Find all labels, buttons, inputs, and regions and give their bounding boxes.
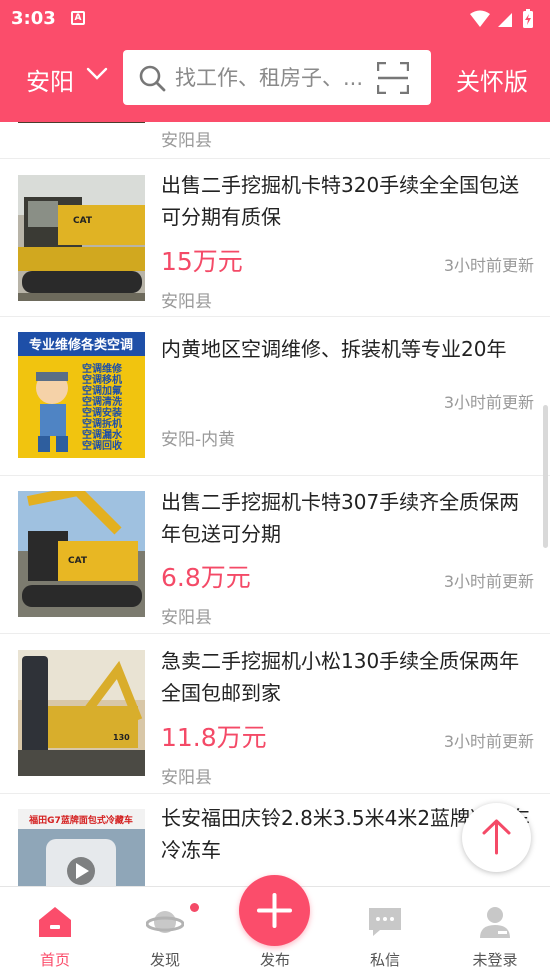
listing-location: 安阳县 bbox=[161, 131, 212, 151]
listing-location: 安阳-内黄 bbox=[161, 430, 236, 450]
listing-title: 出售二手挖掘机卡特320手续全全国包送可分期有质保 bbox=[161, 173, 520, 229]
listing-thumbnail: CAT bbox=[18, 491, 145, 617]
thumbnail-service-item: 空调加氟 bbox=[82, 384, 122, 397]
scan-icon[interactable] bbox=[377, 62, 409, 94]
listing-update-time: 3小时前更新 bbox=[443, 256, 534, 275]
message-icon bbox=[369, 908, 401, 936]
system-status-icons bbox=[470, 9, 533, 28]
tab-home[interactable]: 首页 bbox=[0, 887, 110, 979]
listing-thumbnail: CAT bbox=[18, 175, 145, 301]
listing-price: 15万元 bbox=[161, 247, 243, 276]
thumbnail-service-item: 空调移机 bbox=[82, 373, 122, 386]
thumbnail-service-item: 空调回收 bbox=[82, 439, 122, 452]
list-item[interactable]: CAT 出售二手挖掘机卡特307手续齐全质保两年包送可分期 6.8万元 3小时前… bbox=[0, 476, 550, 634]
thumbnail-banner-text: 专业维修各类空调 bbox=[29, 337, 133, 353]
listing-thumbnail: 130 bbox=[18, 650, 145, 776]
listing-update-time: 3小时前更新 bbox=[443, 393, 534, 412]
listing-price: 6.8万元 bbox=[161, 563, 251, 592]
listing-title: 急卖二手挖掘机小松130手续全质保两年全国包邮到家 bbox=[161, 649, 520, 705]
svg-text:CAT: CAT bbox=[68, 556, 88, 566]
notification-icon: A bbox=[71, 11, 85, 25]
thumbnail-service-item: 空调漏水 bbox=[82, 428, 123, 441]
home-icon bbox=[39, 907, 71, 937]
list-item[interactable]: 130 急卖二手挖掘机小松130手续全质保两年全国包邮到家 11.8万元 3小时… bbox=[0, 634, 550, 794]
back-to-top-button[interactable] bbox=[462, 803, 531, 872]
list-item[interactable]: 安阳县 bbox=[0, 122, 550, 159]
svg-text:130: 130 bbox=[113, 733, 130, 742]
listing-thumbnail: 专业维修各类空调 空调维修 空调移机 空调加氟 空调清洗 空调安装 空调拆机 空调漏水 空调回… bbox=[18, 332, 145, 458]
listing-location: 安阳县 bbox=[161, 608, 212, 628]
tab-label: 未登录 bbox=[472, 951, 518, 969]
listing-price: 11.8万元 bbox=[161, 723, 267, 752]
arrow-up-icon bbox=[482, 819, 511, 855]
publish-button[interactable] bbox=[239, 875, 310, 946]
tab-profile[interactable]: 未登录 bbox=[440, 887, 550, 979]
search-input[interactable] bbox=[175, 50, 371, 105]
listing-location: 安阳县 bbox=[161, 768, 212, 788]
tab-messages[interactable]: 私信 bbox=[330, 887, 440, 979]
listing-title: 内黄地区空调维修、拆装机等专业20年 bbox=[161, 337, 507, 361]
listing-feed[interactable]: 安阳县 CAT 出售二手挖掘机卡特320手续全全国包送可分期有质保 15万元 3… bbox=[0, 122, 550, 886]
svg-text:CAT: CAT bbox=[73, 216, 93, 226]
planet-icon bbox=[146, 911, 184, 933]
thumbnail-service-item: 空调清洗 bbox=[82, 395, 122, 408]
listing-thumbnail bbox=[18, 122, 145, 123]
listing-thumbnail: 福田G7蓝牌面包式冷藏车 bbox=[18, 809, 145, 886]
notification-dot bbox=[190, 903, 199, 912]
list-item[interactable]: 专业维修各类空调 空调维修 空调移机 空调加氟 空调清洗 空调安装 空调拆机 空调漏水 空调回… bbox=[0, 317, 550, 476]
listing-update-time: 3小时前更新 bbox=[443, 732, 534, 751]
listing-update-time: 3小时前更新 bbox=[443, 572, 534, 591]
listing-title: 出售二手挖掘机卡特307手续齐全质保两年包送可分期 bbox=[161, 490, 520, 546]
thumbnail-service-item: 空调维修 bbox=[82, 362, 123, 375]
plus-icon bbox=[257, 893, 292, 928]
user-icon bbox=[480, 907, 510, 938]
status-time: 3:03 bbox=[11, 8, 56, 29]
scrollbar[interactable] bbox=[543, 405, 548, 548]
search-box[interactable] bbox=[123, 50, 431, 105]
thumbnail-banner-text: 福田G7蓝牌面包式冷藏车 bbox=[28, 814, 133, 826]
top-bar: 安阳 关怀版 bbox=[0, 38, 550, 122]
chevron-down-icon[interactable] bbox=[86, 66, 108, 82]
listing-location: 安阳县 bbox=[161, 292, 212, 312]
tab-label: 发现 bbox=[149, 951, 180, 969]
list-item[interactable]: CAT 出售二手挖掘机卡特320手续全全国包送可分期有质保 15万元 3小时前更… bbox=[0, 159, 550, 317]
care-mode-button[interactable]: 关怀版 bbox=[456, 62, 528, 97]
city-selector[interactable]: 安阳 bbox=[26, 62, 74, 97]
search-icon bbox=[139, 65, 166, 92]
status-bar: 3:03 A bbox=[0, 0, 550, 38]
tab-label: 发布 bbox=[259, 951, 290, 969]
thumbnail-service-item: 空调拆机 bbox=[82, 417, 122, 430]
thumbnail-service-item: 空调安装 bbox=[82, 406, 122, 419]
tab-discover[interactable]: 发现 bbox=[110, 887, 220, 979]
tab-label: 首页 bbox=[39, 951, 70, 969]
tab-label: 私信 bbox=[369, 951, 400, 969]
